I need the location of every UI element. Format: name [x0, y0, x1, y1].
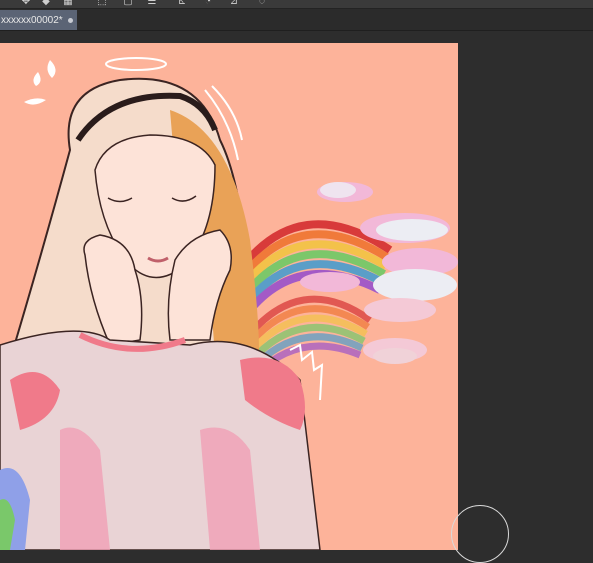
tab-close-icon[interactable] — [67, 17, 73, 23]
transform-icon[interactable]: ▢ — [122, 0, 134, 7]
diamond-icon[interactable]: ◆ — [40, 0, 52, 7]
artwork — [0, 57, 458, 550]
speech-icon[interactable]: ◌ — [256, 0, 268, 7]
sweat-drops — [24, 60, 56, 105]
marquee-icon[interactable]: ⬚ — [96, 0, 108, 7]
halo — [105, 57, 167, 71]
brush-cursor — [451, 505, 509, 563]
drawing-canvas[interactable] — [0, 43, 458, 550]
move-tool-icon[interactable]: ✥ — [20, 0, 32, 7]
rotate-icon[interactable]: ◔ — [202, 0, 214, 7]
ruler-icon[interactable]: ⊿ — [228, 0, 240, 7]
top-toolbar: ✥ ◆ ▦ ⬚ ▢ ☰ ⊾ ◔ ⊿ ◌ — [0, 0, 593, 9]
layers-icon[interactable]: ☰ — [146, 0, 158, 7]
tab-label: xxxxxx00002* — [1, 14, 63, 26]
grid-icon[interactable]: ▦ — [62, 0, 74, 7]
document-tabbar: xxxxxx00002* — [0, 9, 593, 31]
tab-document[interactable]: xxxxxx00002* — [0, 10, 77, 30]
flip-icon[interactable]: ⊾ — [176, 0, 188, 7]
